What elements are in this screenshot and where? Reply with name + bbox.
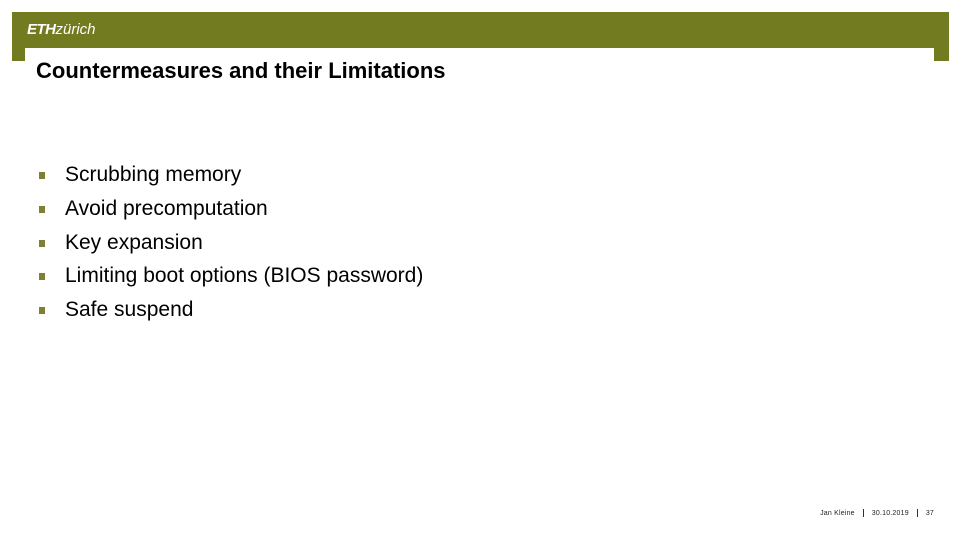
bullet-text: Scrubbing memory (65, 163, 242, 186)
square-bullet-icon (39, 205, 45, 213)
bullet-text: Limiting boot options (BIOS password) (65, 264, 424, 288)
bullet-item: Safe suspend (36, 295, 423, 329)
square-bullet-icon (39, 172, 45, 179)
header-tab-left (12, 48, 25, 61)
footer-author: Jan Kleine (820, 509, 855, 517)
eth-logo: ETHzürich (27, 21, 96, 39)
bullet-text: Safe suspend (65, 298, 194, 322)
square-bullet-icon (39, 273, 45, 281)
footer-divider (916, 509, 918, 517)
footer-date: 30.10.2019 (871, 509, 909, 517)
footer-divider (862, 509, 864, 517)
bullet-item: Limiting boot options (BIOS password) (36, 261, 423, 295)
footer-page-number: 37 (925, 509, 934, 517)
bullet-item: Key expansion (36, 228, 423, 262)
slide-title: Countermeasures and their Limitations (36, 58, 446, 83)
bullet-item: Scrubbing memory (36, 160, 423, 194)
slide-footer: Jan Kleine 30.10.2019 37 (820, 509, 934, 517)
logo-eth-text: ETH (27, 21, 56, 38)
square-bullet-icon (39, 307, 45, 315)
bullet-text: Avoid precomputation (65, 196, 268, 220)
header-bar (12, 12, 949, 48)
bullet-list: Scrubbing memory Avoid precomputation Ke… (36, 160, 423, 329)
logo-zurich-text: zürich (55, 21, 96, 38)
bullet-text: Key expansion (65, 230, 203, 254)
square-bullet-icon (39, 239, 45, 247)
bullet-item: Avoid precomputation (36, 194, 423, 228)
header-tab-right (934, 48, 949, 61)
